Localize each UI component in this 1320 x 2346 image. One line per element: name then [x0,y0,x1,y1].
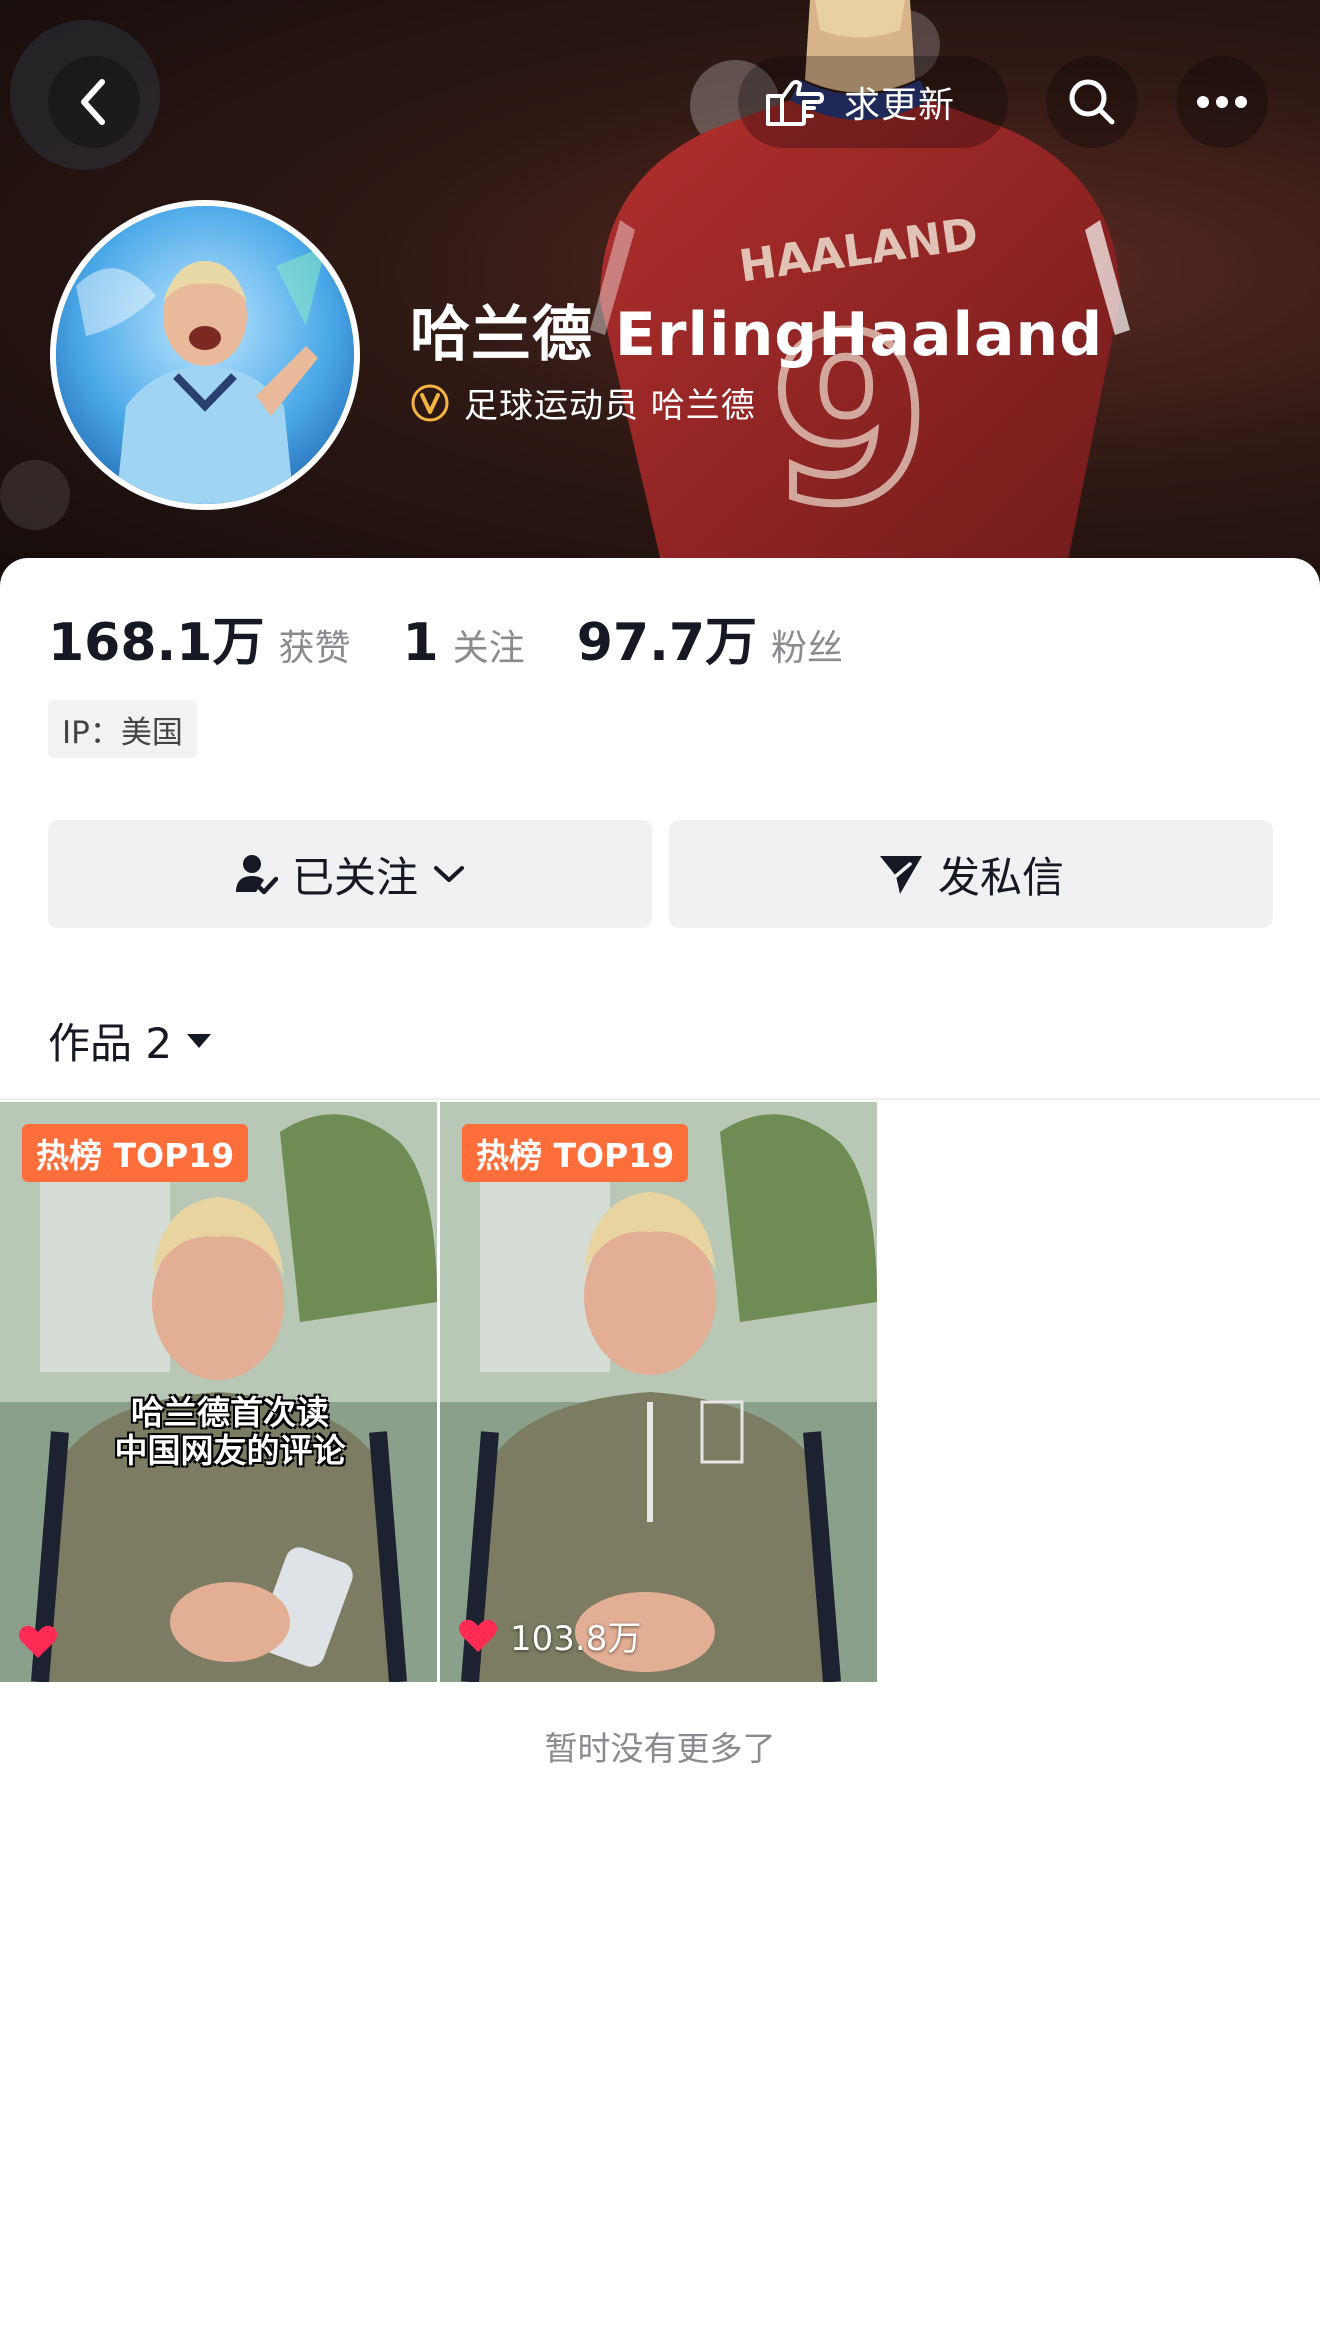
back-arrow-icon [81,79,105,125]
tab-divider [0,1098,1320,1100]
verified-badge-icon [411,384,449,421]
send-message-button[interactable]: 发私信 [669,820,1273,928]
profile-stats: 168.1万 获赞 1 关注 97.7万 粉丝 [48,600,895,675]
avatar[interactable] [50,200,360,510]
followed-user-icon [235,855,278,895]
following-label[interactable]: 关注 [453,619,525,671]
video-card[interactable]: 热榜 TOP19 哈兰德首次读 中国网友的评论 [0,1102,437,1682]
followers-label[interactable]: 粉丝 [771,619,843,671]
hot-rank-badge: 热榜 TOP19 [462,1124,689,1182]
caption-line: 哈兰德首次读 [131,1393,329,1432]
video-thumbnail-image [0,1102,437,1682]
following-count[interactable]: 1 [403,613,439,673]
tab-works[interactable]: 作品 2 [48,1010,214,1071]
ip-location-tag: IP：美国 [48,700,197,758]
video-grid: 热榜 TOP19 哈兰德首次读 中国网友的评论 热榜 TOP19 103.8万 [0,1102,877,1682]
likes-label: 获赞 [278,628,351,669]
like-count: 103.8万 [510,1619,642,1659]
search-icon [1069,79,1115,125]
avatar-image [56,206,354,504]
request-update-label: 求更新 [844,85,956,126]
followed-label: 已关注 [291,852,418,902]
back-button[interactable] [48,56,140,148]
verification-text: 足球运动员 哈兰德 [464,386,756,426]
video-card[interactable]: 热榜 TOP19 103.8万 [440,1102,877,1682]
like-row [18,1624,70,1660]
caption-line: 中国网友的评论 [114,1431,346,1470]
video-thumbnail-image [440,1102,877,1682]
works-tab-label: 作品 2 [48,1019,173,1068]
profile-username: 哈兰德 ErlingHaaland [410,300,1104,370]
request-update-button[interactable]: 求更新 [738,56,1008,148]
search-button[interactable] [1046,56,1138,148]
chevron-down-icon [434,866,464,882]
verification-row: 足球运动员 哈兰德 [410,378,756,427]
more-options-button[interactable] [1176,56,1268,148]
heart-icon [459,1619,497,1652]
no-more-content-text: 暂时没有更多了 [544,1729,776,1768]
dropdown-triangle-icon [187,1033,212,1048]
heart-icon [19,1625,57,1658]
followers-count[interactable]: 97.7万 [577,600,757,675]
pointing-hand-icon [766,80,824,126]
profile-content: 168.1万 获赞 1 关注 97.7万 粉丝 IP：美国 已关注 发私信 作品… [0,558,1320,2346]
video-caption: 哈兰德首次读 中国网友的评论 [100,1394,360,1470]
bokeh-light [0,460,70,530]
send-message-icon [879,856,922,894]
likes-count: 168.1万 [48,613,265,673]
more-dots-icon [1197,96,1247,108]
like-row: 103.8万 [458,1611,641,1660]
followed-button[interactable]: 已关注 [48,820,652,928]
hot-rank-badge: 热榜 TOP19 [22,1124,249,1182]
send-message-label: 发私信 [937,852,1064,902]
